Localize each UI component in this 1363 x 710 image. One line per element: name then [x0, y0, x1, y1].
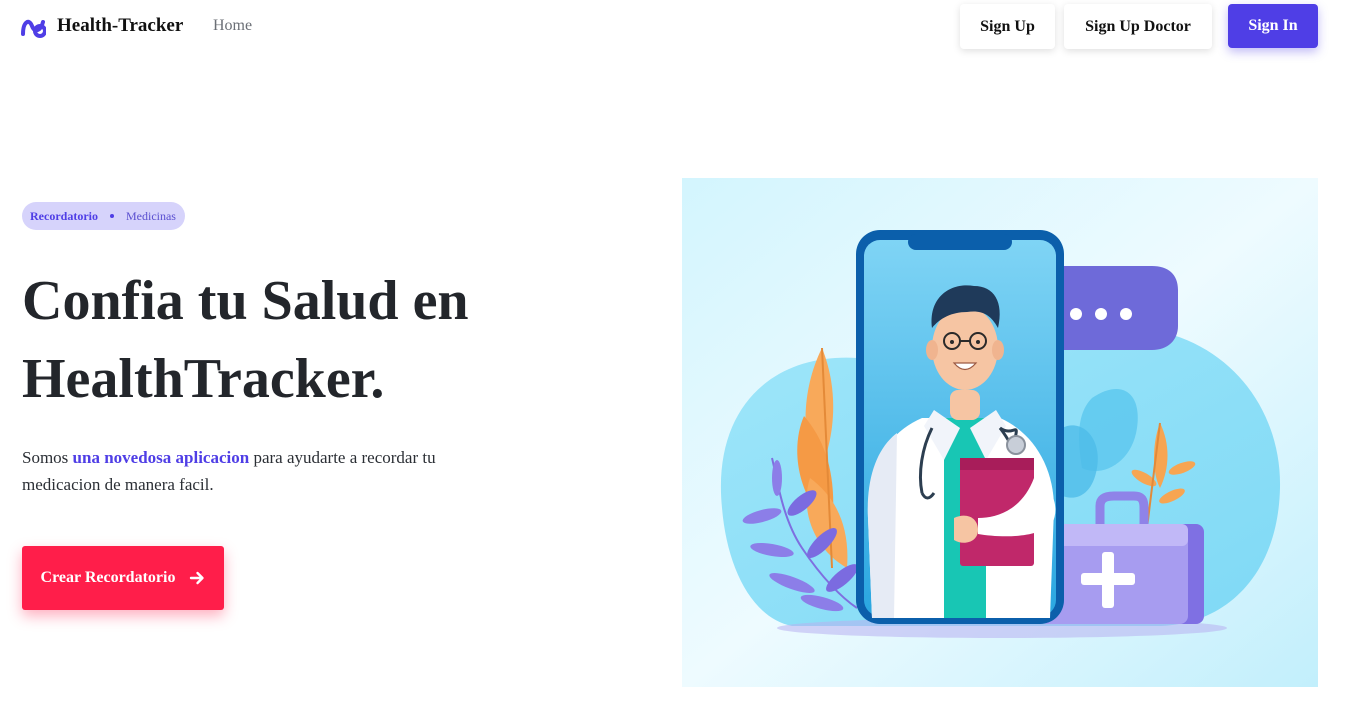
sign-in-button[interactable]: Sign In	[1228, 4, 1318, 48]
create-reminder-button[interactable]: Crear Recordatorio	[22, 546, 224, 610]
tag-separator	[109, 214, 114, 218]
sign-up-button[interactable]: Sign Up	[960, 4, 1055, 49]
doctor-phone-illustration	[682, 178, 1318, 687]
hero-title-line2: HealthTracker.	[22, 348, 385, 410]
arrow-right-icon	[190, 571, 205, 585]
nav-home-link[interactable]: Home	[213, 17, 252, 35]
brand-name[interactable]: Health-Tracker	[57, 15, 183, 37]
hero-tag: Recordatorio Medicinas	[22, 202, 185, 230]
hero-title: Confia tu Salud en HealthTracker.	[22, 262, 582, 418]
create-reminder-label: Crear Recordatorio	[40, 569, 176, 586]
hero-description: Somos una novedosa aplicacion para ayuda…	[22, 444, 492, 498]
hero-title-line1: Confia tu Salud en	[22, 270, 469, 332]
tag-recordatorio: Recordatorio	[30, 208, 98, 223]
hero-text-highlight: una novedosa aplicacion	[72, 448, 250, 467]
sign-up-doctor-button[interactable]: Sign Up Doctor	[1064, 4, 1212, 49]
hero-text-before: Somos	[22, 448, 73, 467]
logo-icon	[21, 19, 46, 38]
tag-medicinas: Medicinas	[125, 208, 176, 223]
